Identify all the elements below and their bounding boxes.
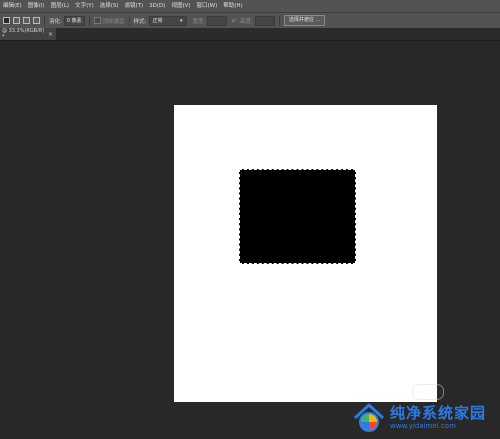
height-input[interactable] [254, 15, 275, 26]
menu-3d[interactable]: 3D(D) [146, 0, 168, 12]
watermark-title: 纯净系统家园 [390, 404, 487, 422]
divider [44, 15, 45, 26]
menu-type[interactable]: 文字(Y) [72, 0, 97, 12]
menu-image[interactable]: 图像(I) [25, 0, 48, 12]
subtract-from-selection-icon[interactable] [23, 17, 30, 24]
document-tab-title: @ 33.3%(RGB/8) * [2, 28, 45, 40]
antialias-label: 消除锯齿 [102, 18, 125, 25]
divider [88, 15, 90, 26]
watermark-url: www.yidaimei.com [390, 422, 456, 430]
add-to-selection-icon[interactable] [13, 17, 20, 24]
width-label: 宽度: [192, 18, 206, 25]
divider [128, 15, 130, 26]
menu-filter[interactable]: 滤镜(T) [122, 0, 147, 12]
menu-window[interactable]: 窗口(W) [194, 0, 221, 12]
swap-icon[interactable]: ⇄ [231, 18, 236, 24]
menu-view[interactable]: 视图(V) [168, 0, 193, 12]
house-logo-icon [352, 401, 386, 435]
divider [278, 15, 280, 26]
feather-label: 羽化: [49, 18, 62, 25]
height-label: 高度: [239, 18, 253, 25]
intersect-selection-icon[interactable] [33, 17, 40, 24]
close-icon[interactable]: × [48, 31, 53, 38]
style-label: 样式: [133, 18, 147, 25]
rectangular-selection[interactable] [239, 169, 356, 264]
style-select-value: 正常 [152, 17, 163, 24]
menu-help[interactable]: 帮助(H) [220, 0, 245, 12]
document-tab-bar: @ 33.3%(RGB/8) * × [0, 28, 500, 41]
menu-layer[interactable]: 图层(L) [48, 0, 72, 12]
width-input[interactable] [207, 15, 228, 26]
menu-select[interactable]: 选择(S) [97, 0, 122, 12]
document-tab[interactable]: @ 33.3%(RGB/8) * × [0, 28, 56, 40]
options-bar: 羽化: 0 像素 消除锯齿 样式: 正常 ▾ 宽度: ⇄ 高度: 选择并遮住 .… [0, 12, 500, 29]
style-select[interactable]: 正常 ▾ [148, 15, 187, 26]
feather-input[interactable]: 0 像素 [63, 15, 85, 26]
antialias-checkbox[interactable] [93, 17, 101, 24]
select-and-mask-button[interactable]: 选择并遮住 ... [283, 15, 326, 26]
new-selection-icon[interactable] [3, 17, 10, 24]
chevron-down-icon: ▾ [180, 17, 183, 24]
menu-bar: 编辑(E) 图像(I) 图层(L) 文字(Y) 选择(S) 滤镜(T) 3D(D… [0, 0, 500, 12]
watermark: 纯净系统家园 www.yidaimei.com [352, 398, 500, 438]
watermark-text: 纯净系统家园 www.yidaimei.com [390, 405, 486, 431]
menu-edit[interactable]: 编辑(E) [0, 0, 25, 12]
